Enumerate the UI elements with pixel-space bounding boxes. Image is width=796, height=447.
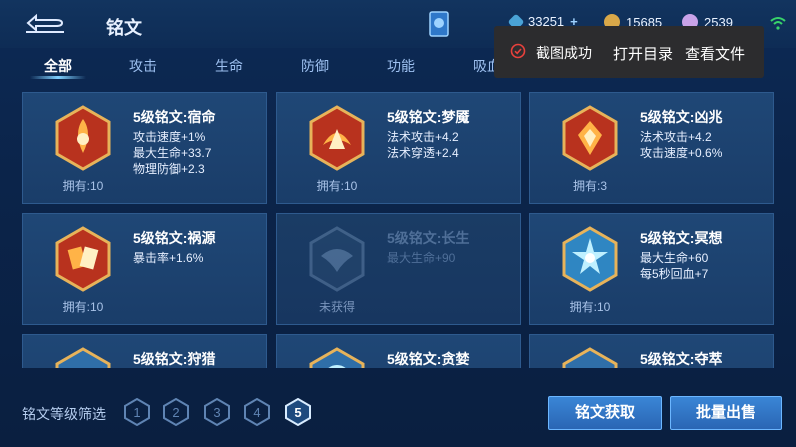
level-filter-3-label: 3: [213, 405, 220, 420]
inscription-card[interactable]: 5级铭文:凶兆 法术攻击+4.2 攻击速度+0.6% 拥有:3: [529, 92, 774, 204]
inscription-attrs: 法术攻击+4.2 法术穿透+2.4: [387, 129, 459, 161]
inscription-grid[interactable]: 5级铭文:宿命 攻击速度+1% 最大生命+33.7 物理防御+2.3 拥有:10…: [22, 92, 774, 368]
inscription-name: 5级铭文:贪婪: [387, 351, 470, 367]
inscription-card[interactable]: 5级铭文:梦魇 法术攻击+4.2 法术穿透+2.4 拥有:10: [276, 92, 521, 204]
owned-count: 拥有:10: [62, 300, 104, 314]
not-obtained-label: 未获得: [318, 300, 355, 314]
longevity-emblem-icon: [309, 226, 365, 292]
attr-line: 最大生命+60: [640, 251, 709, 265]
attr-line: 暴击率+1.6%: [133, 251, 204, 265]
batch-sell-button[interactable]: 批量出售: [670, 396, 782, 430]
level-filter-label: 铭文等级筛选: [22, 406, 106, 422]
inscription-name: 5级铭文:祸源: [133, 230, 216, 246]
owned-count: 拥有:3: [572, 179, 607, 193]
inscription-card[interactable]: 5级铭文:冥想 最大生命+60 每5秒回血+7 拥有:10: [529, 213, 774, 325]
hunt-emblem-icon: [55, 347, 111, 368]
inscription-card[interactable]: 5级铭文:夺萃: [529, 334, 774, 368]
tab-function[interactable]: 功能: [387, 56, 415, 76]
inscription-attrs: 攻击速度+1% 最大生命+33.7 物理防御+2.3: [133, 129, 211, 177]
wifi-icon: [770, 17, 786, 30]
tab-all[interactable]: 全部: [44, 56, 72, 76]
meditation-emblem-icon: [562, 226, 618, 292]
level-filter-4-label: 4: [253, 405, 260, 420]
open-directory-link[interactable]: 打开目录: [613, 43, 673, 64]
attr-line: 法术攻击+4.2: [640, 130, 712, 144]
owned-count: 拥有:10: [62, 179, 104, 193]
tab-attack[interactable]: 攻击: [129, 56, 157, 76]
level-filter-5-label: 5: [294, 405, 301, 420]
fate-emblem-icon: [55, 105, 111, 171]
toast-message: 截图成功: [536, 45, 592, 61]
inscription-name: 5级铭文:宿命: [133, 109, 216, 125]
bottom-bar: 铭文等级筛选 1 2 3 4 5 铭文获取 批量出售: [0, 385, 796, 447]
inscription-card[interactable]: 5级铭文:宿命 攻击速度+1% 最大生命+33.7 物理防御+2.3 拥有:10: [22, 92, 267, 204]
attr-line: 最大生命+90: [387, 251, 456, 265]
active-tab-indicator: [30, 76, 86, 79]
level-filter-3[interactable]: 3: [204, 398, 230, 426]
omen-emblem-icon: [562, 105, 618, 171]
inscription-card[interactable]: 5级铭文:祸源 暴击率+1.6% 拥有:10: [22, 213, 267, 325]
inscription-attrs: 最大生命+60 每5秒回血+7: [640, 250, 708, 282]
inscription-name: 5级铭文:夺萃: [640, 351, 723, 367]
owned-count: 拥有:10: [569, 300, 611, 314]
inscription-card-locked[interactable]: 5级铭文:长生 最大生命+90 未获得: [276, 213, 521, 325]
level-filter-1[interactable]: 1: [124, 398, 150, 426]
seize-emblem-icon: [562, 347, 618, 368]
attr-line: 每5秒回血+7: [640, 267, 709, 281]
back-arrow-icon[interactable]: [22, 12, 68, 34]
inscription-name: 5级铭文:梦魇: [387, 109, 470, 125]
acquire-inscription-button[interactable]: 铭文获取: [548, 396, 662, 430]
attr-line: 最大生命+33.7: [133, 146, 212, 160]
level-filter-4[interactable]: 4: [244, 398, 270, 426]
inscription-attrs: 暴击率+1.6%: [133, 250, 203, 266]
tab-defense[interactable]: 防御: [301, 56, 329, 76]
owned-count: 拥有:10: [316, 179, 358, 193]
level-filter-2[interactable]: 2: [163, 398, 189, 426]
attr-line: 物理防御+2.3: [133, 162, 205, 176]
page-title: 铭文: [106, 18, 142, 38]
tab-hp[interactable]: 生命: [215, 56, 243, 76]
success-check-icon: [510, 43, 526, 59]
attr-line: 法术攻击+4.2: [387, 130, 459, 144]
inscription-book-icon[interactable]: [428, 10, 450, 38]
inscription-name: 5级铭文:凶兆: [640, 109, 723, 125]
level-filter-2-label: 2: [172, 405, 179, 420]
attr-line: 攻击速度+1%: [133, 130, 206, 144]
inscription-attrs: 最大生命+90: [387, 250, 455, 266]
greed-emblem-icon: [309, 347, 365, 368]
level-filter-5-selected[interactable]: 5: [285, 398, 311, 426]
inscription-card[interactable]: 5级铭文:贪婪: [276, 334, 521, 368]
inscription-name: 5级铭文:狩猎: [133, 351, 216, 367]
view-file-link[interactable]: 查看文件: [685, 43, 745, 64]
level-filter-1-label: 1: [133, 405, 140, 420]
screenshot-toast: 截图成功 打开目录 查看文件: [494, 26, 764, 78]
inscription-name: 5级铭文:长生: [387, 230, 470, 246]
nightmare-emblem-icon: [309, 105, 365, 171]
attr-line: 攻击速度+0.6%: [640, 146, 723, 160]
inscription-card[interactable]: 5级铭文:狩猎: [22, 334, 267, 368]
calamity-emblem-icon: [55, 226, 111, 292]
inscription-name: 5级铭文:冥想: [640, 230, 723, 246]
attr-line: 法术穿透+2.4: [387, 146, 459, 160]
inscription-attrs: 法术攻击+4.2 攻击速度+0.6%: [640, 129, 722, 161]
